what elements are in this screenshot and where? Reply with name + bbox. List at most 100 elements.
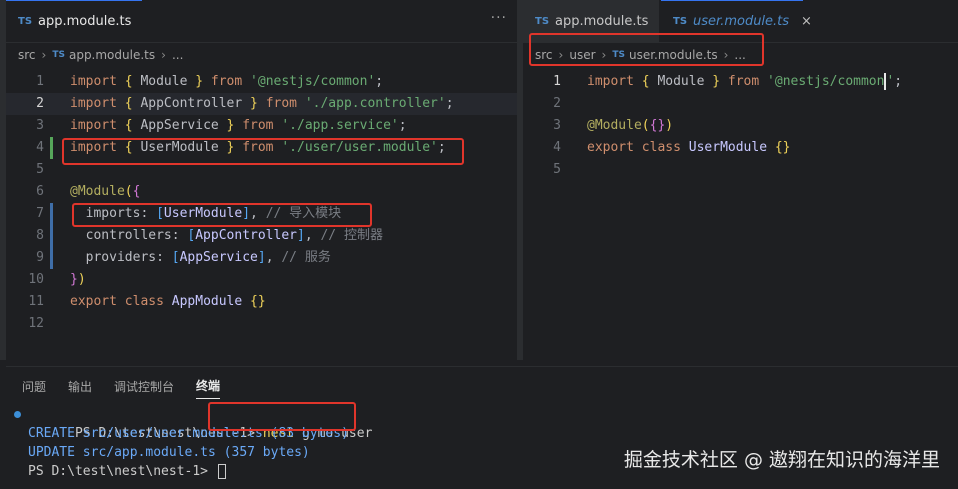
line-number: 3: [36, 118, 44, 133]
code-line[interactable]: 2 import { AppController } from './app.co…: [6, 93, 517, 115]
panel-tabs: 问题 输出 调试控制台 终端: [6, 367, 958, 405]
git-change-marker[interactable]: [50, 225, 53, 247]
code-token: {: [124, 118, 141, 133]
tab-label: app.module.ts: [38, 14, 132, 29]
code-token: }: [226, 118, 243, 133]
code-line[interactable]: 3 import { AppService } from './app.servi…: [6, 115, 517, 137]
code-text: export class UserModule {}: [587, 137, 791, 159]
close-icon[interactable]: ×: [801, 14, 812, 29]
line-number: 4: [553, 140, 561, 155]
code-line[interactable]: 2: [523, 93, 958, 115]
tab-label: user.module.ts: [693, 14, 790, 29]
code-text: import { AppController } from './app.con…: [70, 93, 454, 115]
code-token: // 控制器: [320, 228, 383, 243]
tab-problems[interactable]: 问题: [22, 374, 46, 399]
code-token: ]: [257, 250, 266, 265]
line-number: 2: [553, 96, 561, 111]
code-token: export: [70, 294, 125, 309]
code-token: ;: [398, 118, 407, 133]
code-token: @Module: [587, 118, 642, 133]
typescript-icon: TS: [535, 15, 550, 27]
code-token: @Module: [70, 184, 125, 199]
breadcrumb-item[interactable]: app.module.ts: [69, 48, 155, 62]
line-number: 10: [28, 272, 44, 287]
code-token: '@nestjs/common: [767, 74, 885, 89]
terminal-line: CREATE src/user/user.module.ts (83 bytes…: [6, 424, 958, 443]
code-token: Module: [140, 74, 196, 89]
line-number: 1: [553, 74, 561, 89]
tab-terminal[interactable]: 终端: [196, 373, 221, 399]
code-line[interactable]: 6 @Module({: [6, 181, 517, 203]
code-line[interactable]: 5: [523, 159, 958, 181]
code-token: class: [124, 294, 172, 309]
code-token: Module: [657, 74, 713, 89]
code-line[interactable]: 11 export class AppModule {}: [6, 291, 517, 313]
code-token: {}: [250, 294, 266, 309]
code-line[interactable]: 9 providers: [AppService], // 服务: [6, 247, 517, 269]
code-line[interactable]: 3 @Module({}): [523, 115, 958, 137]
tab-app-module[interactable]: TS app.module.ts: [6, 0, 142, 42]
code-token: ]: [296, 228, 305, 243]
code-token: import: [70, 118, 125, 133]
code-area[interactable]: 1 import { Module } from '@nestjs/common'…: [523, 71, 958, 181]
code-line[interactable]: 12: [6, 313, 517, 335]
code-line[interactable]: 8 controllers: [AppController], // 控制器: [6, 225, 517, 247]
code-token: AppService: [179, 250, 258, 265]
git-change-marker[interactable]: [50, 203, 53, 225]
code-text: }): [70, 269, 86, 291]
terminal-output: UPDATE src/app.module.ts (357 bytes): [28, 445, 310, 460]
terminal-line: PS D:\test\nest\nest-1> nest g mo user: [6, 405, 958, 441]
line-number: 5: [553, 162, 561, 177]
command-status-icon: [14, 411, 21, 418]
watermark: 掘金技术社区 @ 遨翔在知识的海洋里: [623, 449, 940, 471]
code-line[interactable]: 1 import { Module } from '@nestjs/common'…: [6, 71, 517, 93]
tab-output[interactable]: 输出: [68, 374, 92, 399]
code-line[interactable]: 1 import { Module } from '@nestjs/common'…: [523, 71, 958, 93]
breadcrumb-item[interactable]: src: [18, 48, 36, 62]
code-token: './app.controller': [304, 96, 446, 111]
code-token: }: [70, 272, 78, 287]
code-token: from: [242, 118, 282, 133]
line-number: 9: [36, 250, 44, 265]
line-number: 3: [553, 118, 561, 133]
code-token: import: [70, 96, 125, 111]
typescript-icon: TS: [52, 50, 65, 60]
line-number: 8: [36, 228, 44, 243]
tab-label: app.module.ts: [555, 13, 649, 29]
code-token: export: [587, 140, 642, 155]
code-token: AppController: [140, 96, 251, 111]
right-editor: TS app.module.ts TS user.module.ts × src…: [523, 0, 958, 360]
left-tabbar: TS app.module.ts ···: [6, 0, 517, 43]
code-token: // 服务: [281, 250, 331, 265]
highlight-box: [208, 402, 356, 431]
code-text: import { Module } from '@nestjs/common';: [587, 71, 902, 93]
code-token: ): [665, 118, 674, 133]
highlight-box: [529, 33, 764, 66]
left-editor: TS app.module.ts ··· src › TS app.module…: [6, 0, 517, 360]
code-token: (: [641, 118, 650, 133]
code-token: {}: [649, 118, 666, 133]
code-token: './app.service': [281, 118, 399, 133]
line-number: 4: [36, 140, 44, 155]
terminal-prompt: PS D:\test\nest\nest-1>: [28, 464, 216, 479]
tab-debug-console[interactable]: 调试控制台: [114, 374, 174, 399]
code-token: (: [124, 184, 133, 199]
breadcrumb-item[interactable]: ...: [172, 48, 183, 62]
code-line[interactable]: 10}): [6, 269, 517, 291]
code-text: @Module({: [70, 181, 140, 203]
code-token: ): [77, 272, 86, 287]
code-line[interactable]: 4 export class UserModule {}: [523, 137, 958, 159]
code-token: class: [641, 140, 689, 155]
typescript-icon: TS: [18, 16, 33, 27]
git-change-marker[interactable]: [50, 137, 53, 159]
code-text: providers: [AppService], // 服务: [70, 247, 331, 269]
chevron-right-icon: ›: [161, 48, 166, 62]
code-token: import: [587, 74, 642, 89]
code-text: export class AppModule {}: [70, 291, 266, 313]
line-number: 12: [28, 316, 44, 331]
more-actions-icon[interactable]: ···: [491, 10, 507, 26]
code-text: import { Module } from '@nestjs/common';: [70, 71, 383, 93]
code-token: }: [250, 96, 266, 111]
git-change-marker[interactable]: [50, 247, 53, 269]
code-token: import: [70, 74, 125, 89]
